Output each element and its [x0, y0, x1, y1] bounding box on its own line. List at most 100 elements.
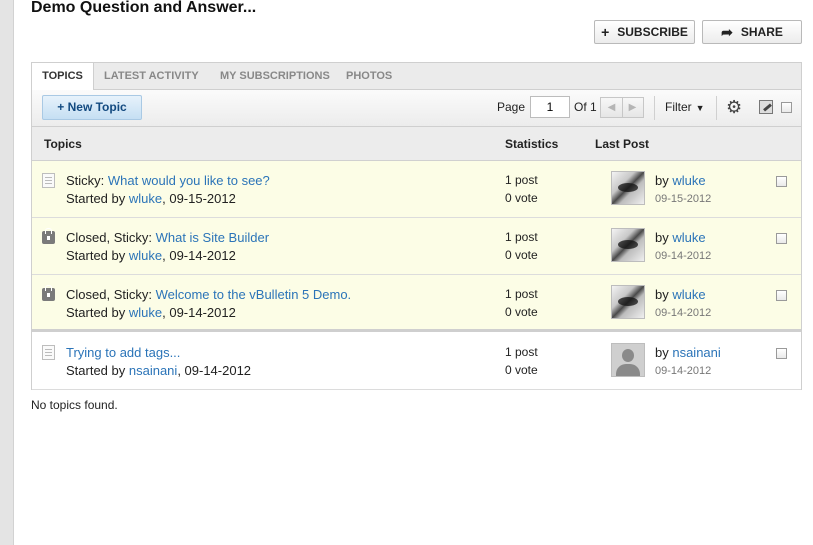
document-icon: [42, 173, 55, 188]
topic-date: , 09-15-2012: [162, 191, 236, 206]
by-label: by: [655, 173, 673, 188]
topics-column-header: Topics: [44, 137, 82, 151]
share-label: SHARE: [740, 25, 783, 39]
started-by-label: Started by: [66, 191, 129, 206]
post-count: 1 post: [505, 345, 538, 359]
pager-controls: ◀ ▶: [600, 97, 644, 118]
filter-label: Filter: [665, 100, 692, 114]
avatar[interactable]: [611, 171, 645, 205]
started-by-label: Started by: [66, 248, 129, 263]
last-post-column-header: Last Post: [595, 137, 650, 151]
last-post-by: by wluke: [655, 230, 706, 245]
post-count: 1 post: [505, 173, 538, 187]
author-link[interactable]: wluke: [129, 248, 162, 263]
topic-starter-line: Started by wluke, 09-14-2012: [66, 248, 236, 263]
chevron-down-icon: ▼: [695, 103, 705, 113]
by-label: by: [655, 345, 673, 360]
last-post-date: 09-15-2012: [655, 193, 712, 205]
page-label: Page: [497, 100, 526, 114]
topic-row: Closed, Sticky: Welcome to the vBulletin…: [32, 275, 801, 332]
topic-title-line: Closed, Sticky: What is Site Builder: [66, 230, 269, 245]
subscribe-button[interactable]: + SUBSCRIBE: [594, 20, 695, 44]
topic-row: Sticky: What would you like to see? Star…: [32, 161, 801, 218]
topic-select-checkbox[interactable]: [776, 176, 787, 187]
last-post-by: by nsainani: [655, 345, 721, 360]
topic-prefix: Sticky:: [66, 173, 108, 188]
post-count: 1 post: [505, 287, 538, 301]
last-post-by: by wluke: [655, 287, 706, 302]
statistics-column-header: Statistics: [505, 137, 559, 151]
avatar[interactable]: [611, 228, 645, 262]
vote-count: 0 vote: [505, 191, 538, 205]
no-topics-message: No topics found.: [31, 398, 118, 412]
last-post-by: by wluke: [655, 173, 706, 188]
avatar[interactable]: [611, 285, 645, 319]
edit-icon[interactable]: [759, 100, 773, 114]
topic-starter-line: Started by wluke, 09-15-2012: [66, 191, 236, 206]
page-count-label: Of 1: [574, 100, 597, 114]
author-link[interactable]: wluke: [129, 305, 162, 320]
tab-bar: TOPICS LATEST ACTIVITY MY SUBSCRIPTIONS …: [32, 63, 801, 90]
author-link[interactable]: nsainani: [129, 363, 177, 378]
last-post-user-link[interactable]: wluke: [672, 230, 705, 245]
last-post-user-link[interactable]: nsainani: [672, 345, 720, 360]
tab-latest-activity[interactable]: LATEST ACTIVITY: [104, 63, 199, 89]
topic-title-link[interactable]: Welcome to the vBulletin 5 Demo.: [156, 287, 352, 302]
toolbar-divider: [716, 96, 717, 120]
gear-icon[interactable]: ⚙: [726, 97, 742, 117]
topic-title-link[interactable]: What is Site Builder: [156, 230, 269, 245]
topic-prefix: Closed, Sticky:: [66, 230, 156, 245]
topics-panel: TOPICS LATEST ACTIVITY MY SUBSCRIPTIONS …: [31, 62, 802, 390]
by-label: by: [655, 287, 673, 302]
lock-icon: [42, 228, 55, 244]
topic-title-line: Sticky: What would you like to see?: [66, 173, 270, 188]
vote-count: 0 vote: [505, 363, 538, 377]
tab-my-subscriptions[interactable]: MY SUBSCRIPTIONS: [220, 63, 330, 89]
topic-starter-line: Started by nsainani, 09-14-2012: [66, 363, 251, 378]
author-link[interactable]: wluke: [129, 191, 162, 206]
topic-toolbar: + New Topic Page Of 1 ◀ ▶ Filter▼ ⚙: [32, 90, 801, 127]
started-by-label: Started by: [66, 305, 129, 320]
topic-row: Trying to add tags... Started by nsainan…: [32, 333, 801, 390]
subscribe-label: SUBSCRIBE: [617, 25, 688, 39]
topic-prefix: Closed, Sticky:: [66, 287, 156, 302]
topic-select-checkbox[interactable]: [776, 233, 787, 244]
plus-icon: +: [601, 24, 610, 40]
left-scroll-strip: [0, 0, 14, 545]
lock-icon: [42, 285, 55, 301]
last-post-date: 09-14-2012: [655, 307, 712, 319]
topic-title-line: Closed, Sticky: Welcome to the vBulletin…: [66, 287, 351, 302]
last-post-date: 09-14-2012: [655, 365, 712, 377]
topic-date: , 09-14-2012: [177, 363, 252, 378]
started-by-label: Started by: [66, 363, 129, 378]
topic-date: , 09-14-2012: [162, 248, 236, 263]
tab-photos[interactable]: PHOTOS: [346, 63, 392, 89]
topic-title-link[interactable]: Trying to add tags...: [66, 345, 180, 360]
toolbar-divider: [654, 96, 655, 120]
share-button[interactable]: ➦ SHARE: [702, 20, 802, 44]
topic-title-link[interactable]: What would you like to see?: [108, 173, 270, 188]
new-topic-button[interactable]: + New Topic: [42, 95, 142, 120]
topic-select-checkbox[interactable]: [776, 290, 787, 301]
vote-count: 0 vote: [505, 248, 538, 262]
prev-page-button[interactable]: ◀: [601, 98, 623, 117]
last-post-user-link[interactable]: wluke: [672, 287, 705, 302]
share-arrow-icon: ➦: [721, 24, 733, 40]
filter-dropdown[interactable]: Filter ▼: [665, 100, 705, 114]
select-all-checkbox[interactable]: [781, 102, 792, 113]
topic-title-line: Trying to add tags...: [66, 345, 180, 360]
topic-row: Closed, Sticky: What is Site Builder Sta…: [32, 218, 801, 275]
page-title: Demo Question and Answer...: [31, 0, 257, 16]
topic-date: , 09-14-2012: [162, 305, 236, 320]
topic-select-checkbox[interactable]: [776, 348, 787, 359]
next-page-button[interactable]: ▶: [622, 98, 643, 117]
post-count: 1 post: [505, 230, 538, 244]
tab-topics[interactable]: TOPICS: [32, 63, 94, 90]
page-number-input[interactable]: [530, 96, 570, 118]
column-header: Topics Statistics Last Post: [32, 127, 801, 161]
last-post-user-link[interactable]: wluke: [672, 173, 705, 188]
avatar[interactable]: [611, 343, 645, 377]
vote-count: 0 vote: [505, 305, 538, 319]
by-label: by: [655, 230, 673, 245]
topic-starter-line: Started by wluke, 09-14-2012: [66, 305, 236, 320]
